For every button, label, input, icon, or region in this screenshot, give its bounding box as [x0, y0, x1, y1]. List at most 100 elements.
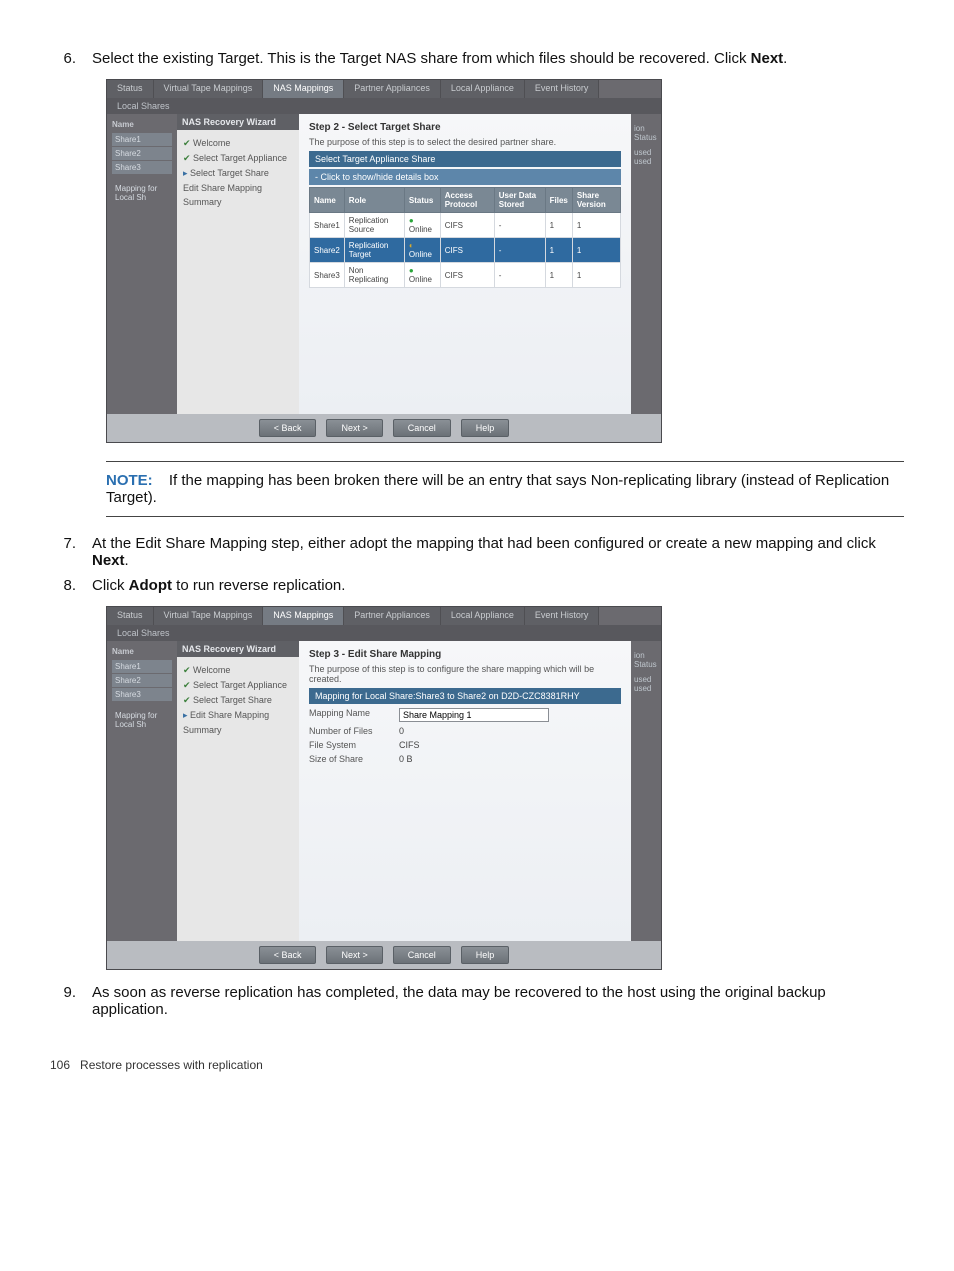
label-size: Size of Share	[309, 754, 399, 764]
left-footer: Mapping for Local Sh	[112, 182, 172, 204]
left-panel: Name Share1 Share2 Share3 Mapping for Lo…	[107, 114, 177, 414]
tab-vtm[interactable]: Virtual Tape Mappings	[154, 80, 264, 98]
step-number: 8.	[50, 577, 92, 594]
input-mapping-name[interactable]	[399, 708, 549, 722]
table-row[interactable]: Share1 Replication Source Online CIFS - …	[310, 213, 621, 238]
back-button[interactable]: < Back	[259, 946, 317, 964]
cell: CIFS	[440, 213, 494, 238]
step-6-text: Select the existing Target. This is the …	[92, 50, 904, 67]
wizard-steps: NAS Recovery Wizard Welcome Select Targe…	[177, 114, 299, 414]
wizard-steps: NAS Recovery Wizard Welcome Select Targe…	[177, 641, 299, 941]
cell: 1	[545, 213, 572, 238]
step-title: Step 3 - Edit Share Mapping	[309, 649, 621, 660]
tab-nas-mappings[interactable]: NAS Mappings	[263, 607, 344, 625]
far-item: used	[634, 684, 658, 693]
cell: CIFS	[440, 238, 494, 263]
left-item[interactable]: Share3	[112, 688, 172, 701]
table-row[interactable]: Share3 Non Replicating Online CIFS - 1 1	[310, 263, 621, 288]
note-label: NOTE:	[106, 472, 153, 489]
cell: -	[494, 238, 545, 263]
tab-event[interactable]: Event History	[525, 607, 600, 625]
tab-event[interactable]: Event History	[525, 80, 600, 98]
back-button[interactable]: < Back	[259, 419, 317, 437]
tab-local[interactable]: Local Appliance	[441, 607, 525, 625]
step-8-text: Click Adopt to run reverse replication.	[92, 577, 904, 594]
tab-partner[interactable]: Partner Appliances	[344, 80, 441, 98]
cell: -	[494, 263, 545, 288]
left-item[interactable]: Share1	[112, 660, 172, 673]
tab-status[interactable]: Status	[107, 607, 154, 625]
left-panel: Name Share1 Share2 Share3 Mapping for Lo…	[107, 641, 177, 941]
th-proto: Access Protocol	[440, 188, 494, 213]
left-header: Name	[112, 120, 172, 129]
cell: 1	[572, 213, 620, 238]
wiz-summary: Summary	[183, 195, 293, 209]
button-row: < Back Next > Cancel Help	[107, 414, 661, 442]
subtab-local-shares[interactable]: Local Shares	[107, 626, 180, 640]
cell: Share2	[310, 238, 345, 263]
wiz-welcome: Welcome	[183, 663, 293, 678]
wiz-edit-mapping: Edit Share Mapping	[183, 708, 293, 723]
wiz-summary: Summary	[183, 723, 293, 737]
far-header: ion Status	[634, 651, 658, 669]
tab-partner[interactable]: Partner Appliances	[344, 607, 441, 625]
table-row-selected[interactable]: Share2 Replication Target Online CIFS - …	[310, 238, 621, 263]
cell: CIFS	[440, 263, 494, 288]
tab-vtm[interactable]: Virtual Tape Mappings	[154, 607, 264, 625]
value-fs: CIFS	[399, 740, 621, 750]
wizard-content: Step 2 - Select Target Share The purpose…	[299, 114, 631, 414]
far-item: used	[634, 148, 658, 157]
screenshot-step2: Status Virtual Tape Mappings NAS Mapping…	[106, 79, 662, 443]
label-num-files: Number of Files	[309, 726, 399, 736]
cell: Replication Source	[344, 213, 404, 238]
page-footer: 106 Restore processes with replication	[50, 1058, 904, 1072]
mapping-form: Mapping Name Number of Files 0 File Syst…	[309, 706, 621, 766]
tab-status[interactable]: Status	[107, 80, 154, 98]
shares-table: Name Role Status Access Protocol User Da…	[309, 187, 621, 288]
step-number: 7.	[50, 535, 92, 569]
tab-bar: Status Virtual Tape Mappings NAS Mapping…	[107, 607, 661, 625]
next-button[interactable]: Next >	[326, 419, 382, 437]
tab-nas-mappings[interactable]: NAS Mappings	[263, 80, 344, 98]
cell: Replication Target	[344, 238, 404, 263]
button-row: < Back Next > Cancel Help	[107, 941, 661, 969]
th-name: Name	[310, 188, 345, 213]
cancel-button[interactable]: Cancel	[393, 419, 451, 437]
value-size: 0 B	[399, 754, 621, 764]
banner-select: Select Target Appliance Share	[309, 151, 621, 167]
text: Select the existing Target. This is the …	[92, 50, 751, 67]
cell: 1	[545, 238, 572, 263]
wizard-title: NAS Recovery Wizard	[177, 641, 299, 657]
label-fs: File System	[309, 740, 399, 750]
cell: Non Replicating	[344, 263, 404, 288]
text: At the Edit Share Mapping step, either a…	[92, 535, 876, 552]
help-button[interactable]: Help	[461, 946, 510, 964]
cancel-button[interactable]: Cancel	[393, 946, 451, 964]
banner-toggle[interactable]: - Click to show/hide details box	[309, 169, 621, 185]
cell: 1	[545, 263, 572, 288]
left-item[interactable]: Share2	[112, 674, 172, 687]
label-mapping-name: Mapping Name	[309, 708, 399, 722]
step-9-text: As soon as reverse replication has compl…	[92, 984, 904, 1018]
cell: 1	[572, 238, 620, 263]
help-button[interactable]: Help	[461, 419, 510, 437]
left-header: Name	[112, 647, 172, 656]
cell: Share3	[310, 263, 345, 288]
th-userdata: User Data Stored	[494, 188, 545, 213]
cell: Share1	[310, 213, 345, 238]
wiz-welcome: Welcome	[183, 136, 293, 151]
next-kw: Next	[751, 50, 784, 67]
wiz-select-appliance: Select Target Appliance	[183, 151, 293, 166]
th-role: Role	[344, 188, 404, 213]
left-item[interactable]: Share1	[112, 133, 172, 146]
step-title: Step 2 - Select Target Share	[309, 122, 621, 133]
left-item[interactable]: Share3	[112, 161, 172, 174]
tab-local[interactable]: Local Appliance	[441, 80, 525, 98]
step-number: 9.	[50, 984, 92, 1018]
left-item[interactable]: Share2	[112, 147, 172, 160]
banner-mapping: Mapping for Local Share:Share3 to Share2…	[309, 688, 621, 704]
subtab-local-shares[interactable]: Local Shares	[107, 99, 180, 113]
text: Click	[92, 577, 129, 594]
next-button[interactable]: Next >	[326, 946, 382, 964]
wiz-edit-mapping: Edit Share Mapping	[183, 181, 293, 195]
